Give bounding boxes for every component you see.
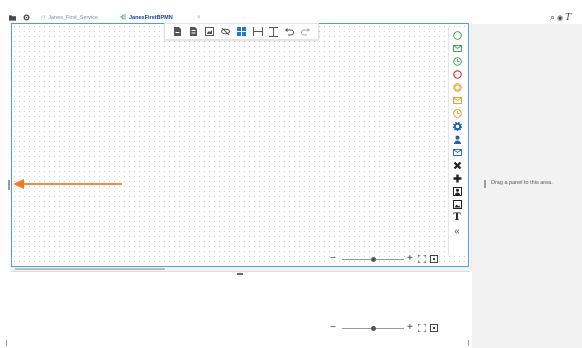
tab-bpmn[interactable]: ⋲ JanesFirstBPMN — [120, 13, 173, 23]
zoom-out-button[interactable]: − — [330, 254, 336, 264]
hide-icon[interactable] — [219, 26, 231, 38]
scrollbar-thumb[interactable] — [15, 268, 165, 270]
timer-start-event-icon[interactable] — [452, 56, 462, 66]
image-icon[interactable] — [452, 199, 462, 209]
panel-divider — [11, 271, 470, 272]
collapse-palette-icon[interactable]: « — [452, 226, 462, 237]
search-icon[interactable]: ⌕ — [550, 12, 555, 23]
top-right-tools: ⌕ ◉ T — [550, 12, 573, 23]
view-icon[interactable]: ◉ — [557, 14, 563, 22]
page-icon[interactable] — [171, 26, 183, 38]
grid-layout-icon[interactable] — [235, 26, 247, 38]
timer-intermediate-event-icon[interactable] — [452, 108, 462, 118]
actual-size-icon[interactable] — [430, 255, 438, 263]
message-start-event-icon[interactable] — [452, 43, 462, 53]
element-palette: T « — [448, 27, 465, 255]
horizontal-spacing-icon[interactable] — [252, 26, 264, 38]
right-dock-panel — [472, 24, 582, 348]
dock-placeholder-text: Drag a panel to this area. — [491, 180, 553, 186]
end-event-icon[interactable] — [452, 69, 462, 79]
service-icon: ⛙ — [41, 15, 46, 21]
redo-icon[interactable] — [300, 26, 312, 38]
bpmn-canvas[interactable] — [11, 23, 469, 267]
bpmn-icon: ⋲ — [120, 15, 126, 21]
parallel-gateway-icon[interactable] — [452, 173, 462, 183]
preview-zoom-bar: − + — [330, 322, 445, 333]
right-panel-splitter[interactable] — [484, 180, 486, 188]
zoom-in-button[interactable]: + — [407, 322, 413, 333]
gear-icon[interactable] — [23, 14, 30, 21]
service-task-icon[interactable] — [452, 121, 462, 131]
message-intermediate-event-icon[interactable] — [452, 95, 462, 105]
tab-service[interactable]: ⛙ Janes_First_Service — [41, 13, 98, 23]
page-alt-icon[interactable] — [187, 26, 199, 38]
tab-label: JanesFirstBPMN — [129, 15, 173, 21]
subprocess-icon[interactable] — [452, 186, 462, 196]
orange-arrow-annotation — [13, 179, 122, 189]
canvas-toolbar — [164, 23, 319, 40]
start-event-icon[interactable] — [452, 30, 462, 40]
actual-size-icon[interactable] — [430, 324, 438, 332]
fit-to-screen-icon[interactable] — [418, 255, 426, 263]
zoom-in-button[interactable]: + — [407, 253, 413, 264]
zoom-out-button[interactable]: − — [330, 323, 336, 333]
zoom-slider-handle[interactable] — [370, 326, 376, 331]
user-task-icon[interactable] — [452, 134, 462, 144]
bottom-right-edge — [468, 340, 469, 346]
divider-grip[interactable] — [237, 273, 243, 275]
fit-to-screen-icon[interactable] — [418, 324, 426, 332]
tab-label: Janes_First_Service — [48, 15, 99, 21]
intermediate-event-icon[interactable] — [452, 82, 462, 92]
text-annotation-icon[interactable]: T — [452, 212, 462, 223]
canvas-zoom-bar: − + — [330, 253, 445, 264]
vertical-spacing-icon[interactable] — [268, 26, 280, 38]
message-task-icon[interactable] — [452, 147, 462, 157]
export-image-icon[interactable] — [203, 26, 215, 38]
folder-icon[interactable] — [9, 14, 16, 21]
exclusive-gateway-icon[interactable] — [452, 160, 462, 170]
left-panel-splitter[interactable] — [8, 180, 10, 190]
zoom-slider-handle[interactable] — [370, 257, 376, 262]
undo-icon[interactable] — [284, 26, 296, 38]
close-tab-icon[interactable]: × — [197, 13, 201, 23]
text-tool-icon[interactable]: T — [565, 13, 571, 23]
bottom-left-edge — [6, 340, 7, 346]
